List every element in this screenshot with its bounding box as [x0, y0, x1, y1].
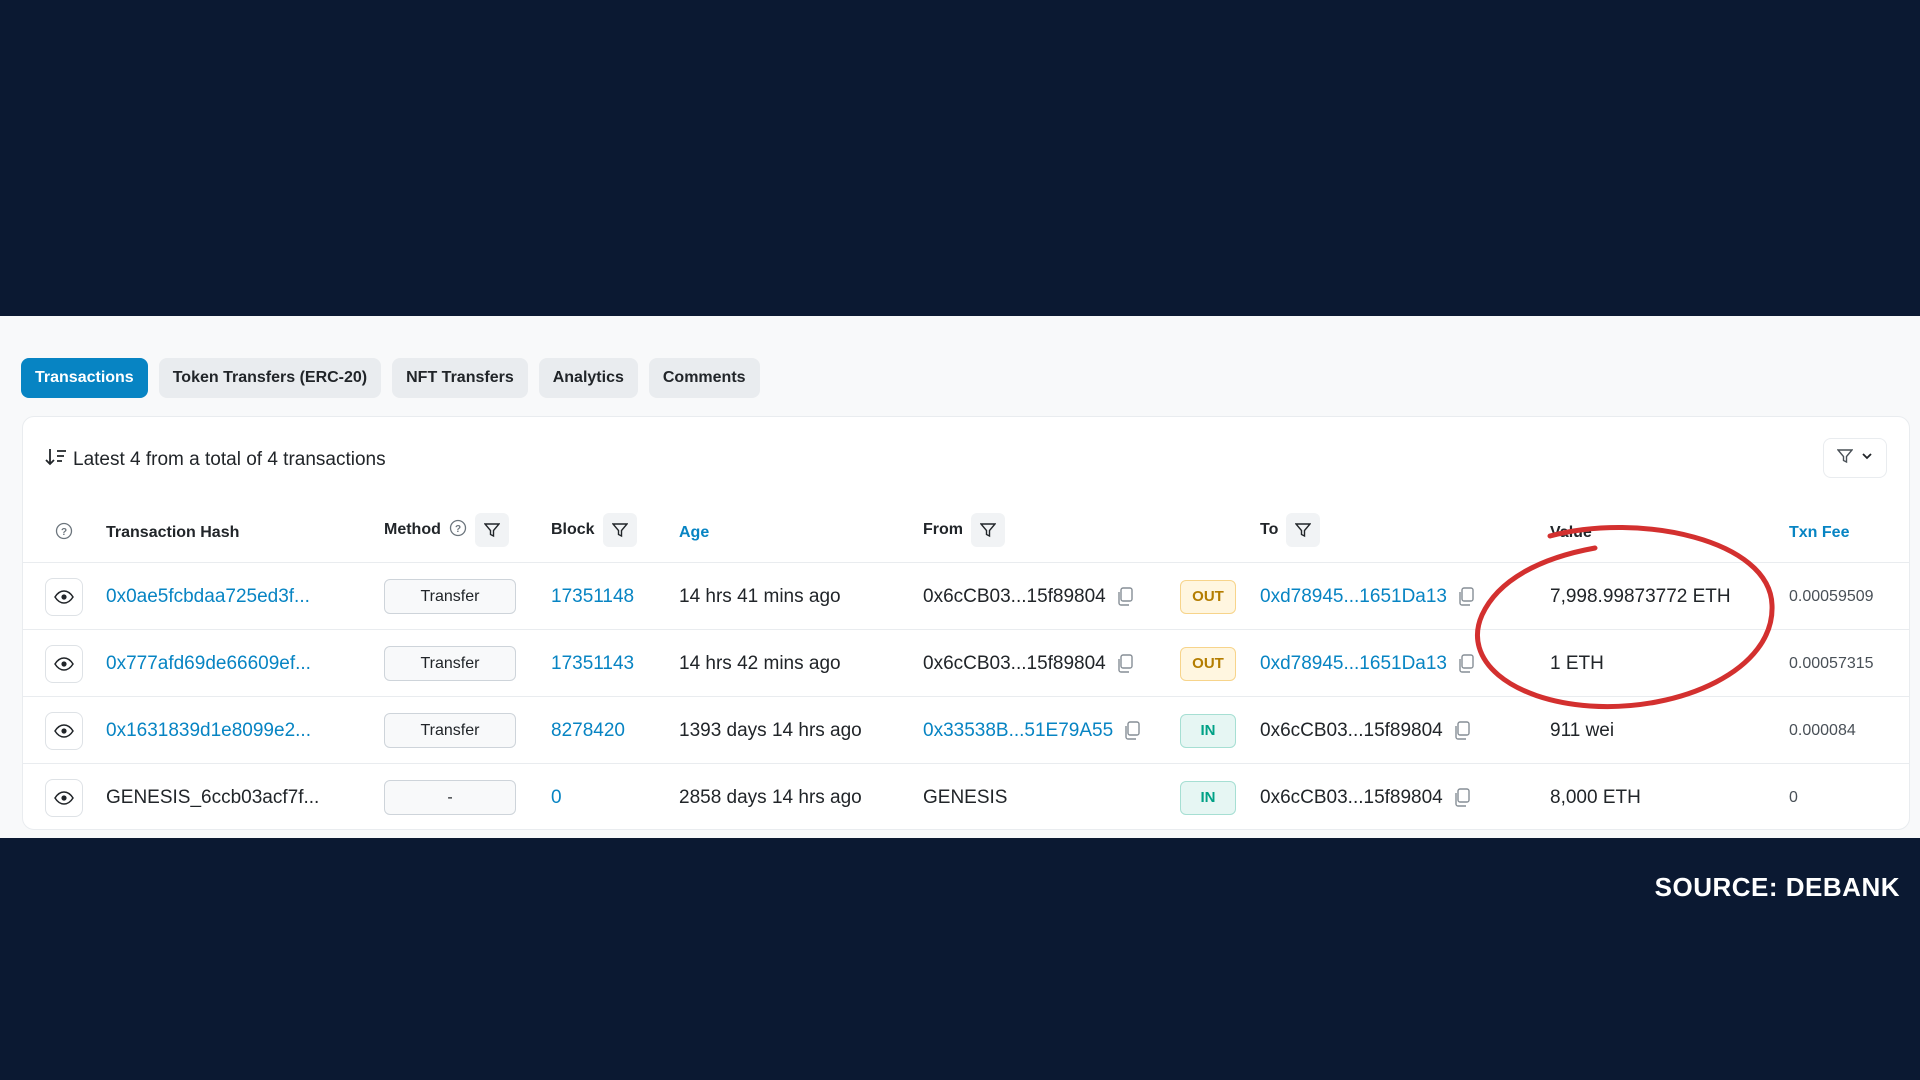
block-filter-button[interactable] — [602, 513, 637, 547]
filter-icon — [1295, 523, 1312, 538]
tab-nft-transfers[interactable]: NFT Transfers — [392, 358, 528, 398]
help-circle-icon[interactable]: ? — [449, 519, 467, 542]
copy-icon[interactable] — [1116, 586, 1134, 607]
direction-badge: IN — [1180, 780, 1236, 815]
copy-icon[interactable] — [1123, 720, 1141, 741]
block-link[interactable]: 0 — [551, 764, 562, 831]
age-text: 2858 days 14 hrs ago — [679, 786, 862, 808]
column-header-fee[interactable]: Txn Fee — [1789, 515, 1849, 551]
method-filter-button[interactable] — [474, 513, 509, 547]
age-text: 14 hrs 41 mins ago — [679, 585, 841, 607]
to-filter-button[interactable] — [1286, 513, 1321, 547]
to-address-link[interactable]: 0xd78945...1651Da13 — [1260, 586, 1447, 608]
svg-text:?: ? — [61, 527, 67, 538]
from-address: 0x6cCB03...15f89804 — [923, 652, 1106, 674]
filter-icon — [1836, 448, 1854, 469]
age-text: 1393 days 14 hrs ago — [679, 719, 862, 741]
info-column-header: ? — [55, 515, 73, 551]
filter-icon — [980, 523, 996, 538]
method-badge: - — [384, 780, 516, 815]
from-address: GENESIS — [923, 786, 1008, 808]
tab-comments[interactable]: Comments — [648, 358, 760, 398]
value-text: 911 wei — [1550, 719, 1615, 741]
column-age-label[interactable]: Age — [679, 524, 709, 542]
chevron-down-icon — [1861, 449, 1873, 467]
fee-text: 0.00059509 — [1789, 587, 1874, 605]
column-header-block: Block — [551, 512, 637, 548]
column-from-label: From — [923, 521, 963, 538]
eye-icon[interactable] — [45, 711, 83, 750]
column-header-from: From — [923, 512, 1005, 548]
to-address: 0x6cCB03...15f89804 — [1260, 786, 1443, 808]
column-header-value: Value — [1550, 515, 1592, 551]
column-header-to: To — [1260, 512, 1321, 548]
filter-icon — [611, 523, 628, 538]
to-address: 0x6cCB03...15f89804 — [1260, 719, 1443, 741]
column-header-method: Method ? — [384, 512, 509, 548]
value-text: 7,998.99873772 ETH — [1550, 585, 1731, 607]
column-block-label: Block — [551, 521, 595, 538]
column-method-label: Method — [384, 521, 441, 538]
value-text: 1 ETH — [1550, 652, 1604, 674]
txn-hash-link[interactable]: 0x0ae5fcbdaa725ed3f... — [106, 563, 310, 630]
block-link[interactable]: 8278420 — [551, 697, 625, 764]
copy-icon[interactable] — [1453, 787, 1471, 808]
column-to-label: To — [1260, 521, 1279, 538]
txn-hash-text: GENESIS_6ccb03acf7f... — [106, 786, 320, 808]
sort-descending-icon — [45, 447, 67, 473]
table-row: 0x0ae5fcbdaa725ed3f... Transfer 17351148… — [23, 562, 1909, 629]
value-text: 8,000 ETH — [1550, 786, 1641, 808]
source-caption: SOURCE: DEBANK — [1654, 872, 1900, 902]
copy-icon[interactable] — [1457, 586, 1475, 607]
column-header-age[interactable]: Age — [679, 515, 709, 551]
filter-icon — [483, 523, 500, 538]
svg-text:?: ? — [455, 524, 461, 535]
direction-badge: IN — [1180, 713, 1236, 748]
fee-text: 0.00057315 — [1789, 654, 1874, 672]
column-hash-label: Transaction Hash — [106, 524, 240, 541]
column-header-hash: Transaction Hash — [106, 515, 239, 551]
transactions-summary: Latest 4 from a total of 4 transactions — [73, 449, 386, 470]
tab-analytics[interactable]: Analytics — [538, 358, 638, 398]
to-address-link[interactable]: 0xd78945...1651Da13 — [1260, 653, 1447, 675]
direction-badge: OUT — [1180, 646, 1236, 681]
eye-icon[interactable] — [45, 577, 83, 616]
eye-icon[interactable] — [45, 644, 83, 683]
block-link[interactable]: 17351148 — [551, 563, 634, 630]
help-circle-icon[interactable]: ? — [55, 522, 73, 545]
copy-icon[interactable] — [1116, 653, 1134, 674]
method-badge: Transfer — [384, 579, 516, 614]
method-badge: Transfer — [384, 713, 516, 748]
txn-hash-link[interactable]: 0x1631839d1e8099e2... — [106, 697, 311, 764]
fee-text: 0 — [1789, 788, 1798, 806]
etherscan-panel: Transactions Token Transfers (ERC-20) NF… — [0, 316, 1920, 838]
eye-icon[interactable] — [45, 778, 83, 817]
column-value-label: Value — [1550, 524, 1592, 541]
column-fee-label[interactable]: Txn Fee — [1789, 524, 1849, 542]
filter-dropdown-button[interactable] — [1823, 438, 1887, 478]
table-row: 0x777afd69de66609ef... Transfer 17351143… — [23, 629, 1909, 696]
from-address-link[interactable]: 0x33538B...51E79A55 — [923, 720, 1113, 742]
table-row: 0x1631839d1e8099e2... Transfer 8278420 1… — [23, 696, 1909, 763]
copy-icon[interactable] — [1457, 653, 1475, 674]
tab-token-transfers[interactable]: Token Transfers (ERC-20) — [158, 358, 382, 398]
copy-icon[interactable] — [1453, 720, 1471, 741]
fee-text: 0.000084 — [1789, 721, 1856, 739]
transactions-card: Latest 4 from a total of 4 transactions … — [22, 416, 1910, 830]
direction-badge: OUT — [1180, 579, 1236, 614]
tab-transactions[interactable]: Transactions — [21, 358, 148, 398]
from-filter-button[interactable] — [971, 513, 1005, 547]
block-link[interactable]: 17351143 — [551, 630, 634, 697]
from-address: 0x6cCB03...15f89804 — [923, 585, 1106, 607]
age-text: 14 hrs 42 mins ago — [679, 652, 841, 674]
tab-bar: Transactions Token Transfers (ERC-20) NF… — [21, 358, 760, 398]
card-header: Latest 4 from a total of 4 transactions — [45, 447, 386, 473]
txn-hash-link[interactable]: 0x777afd69de66609ef... — [106, 630, 311, 697]
table-row: GENESIS_6ccb03acf7f... - 0 2858 days 14 … — [23, 763, 1909, 830]
method-badge: Transfer — [384, 646, 516, 681]
